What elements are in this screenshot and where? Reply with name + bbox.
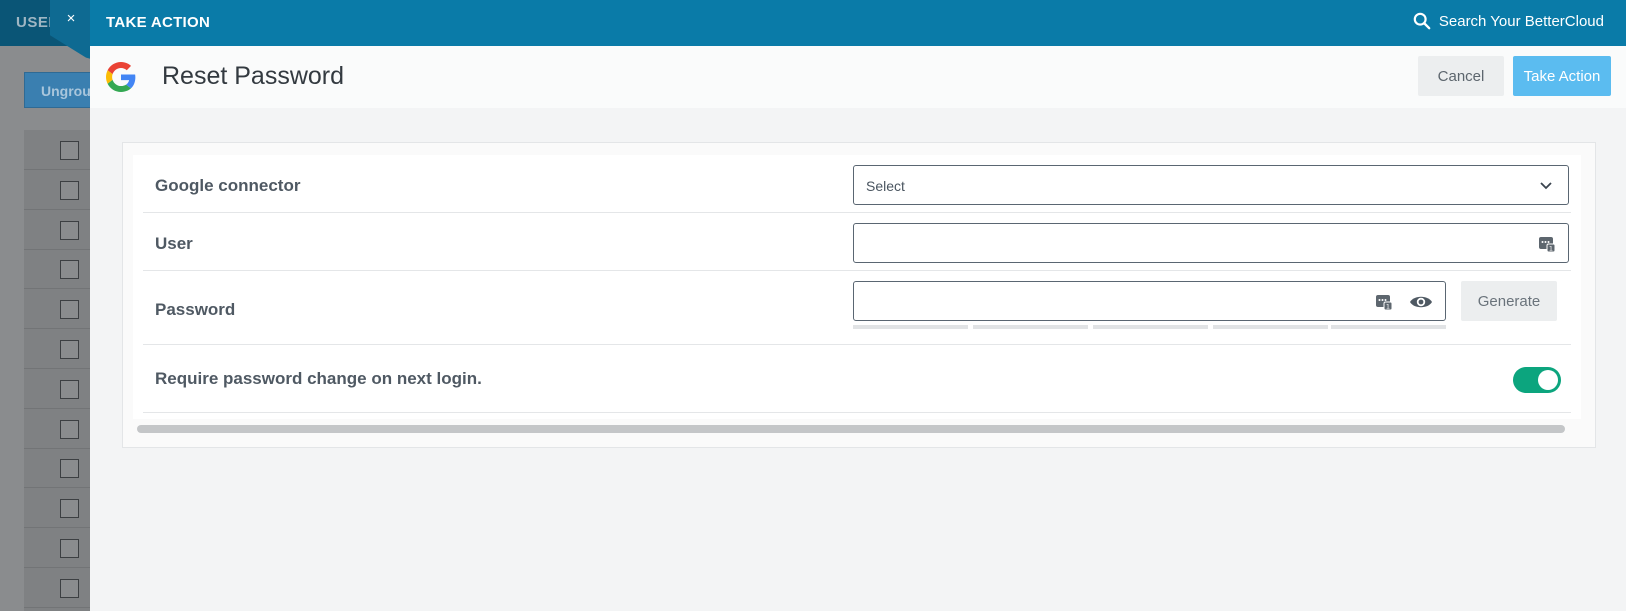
user-row: User 1 bbox=[143, 213, 1571, 271]
background-checkbox bbox=[60, 578, 79, 598]
background-checkbox bbox=[60, 379, 79, 399]
svg-text:1: 1 bbox=[1549, 245, 1553, 253]
eye-icon[interactable] bbox=[1409, 293, 1433, 311]
background-checkbox bbox=[60, 340, 79, 359]
background-checkbox bbox=[60, 459, 79, 479]
user-input[interactable]: 1 bbox=[853, 223, 1569, 263]
background-checkbox bbox=[60, 499, 79, 519]
password-strength-segment bbox=[973, 325, 1088, 329]
form-card: Google connector Select User 1 Password … bbox=[122, 142, 1596, 448]
google-logo-icon bbox=[106, 62, 136, 92]
action-title: Reset Password bbox=[162, 62, 345, 90]
panel-topbar: TAKE ACTION Search Your BetterCloud bbox=[90, 0, 1626, 46]
password-strength-segment bbox=[1331, 325, 1446, 329]
generate-button[interactable]: Generate bbox=[1461, 281, 1557, 321]
take-action-panel: TAKE ACTION Search Your BetterCloud Rese… bbox=[90, 0, 1626, 611]
password-strength-segment bbox=[1213, 325, 1328, 329]
cancel-button[interactable]: Cancel bbox=[1418, 56, 1504, 96]
action-header: Reset Password Cancel Take Action bbox=[90, 46, 1626, 108]
search-label: Search Your BetterCloud bbox=[1438, 12, 1604, 30]
background-checkbox bbox=[60, 419, 79, 439]
require-change-label: Require password change on next login. bbox=[155, 369, 482, 388]
chevron-down-icon bbox=[1540, 182, 1552, 190]
panel-title: TAKE ACTION bbox=[106, 14, 211, 31]
form-body: Google connector Select User 1 Password … bbox=[133, 155, 1581, 419]
user-label: User bbox=[155, 234, 193, 253]
close-icon[interactable]: × bbox=[64, 10, 78, 27]
password-label: Password bbox=[155, 300, 236, 319]
vault-icon[interactable]: 1 bbox=[1375, 293, 1393, 311]
take-action-button[interactable]: Take Action bbox=[1513, 56, 1611, 96]
password-strength-segment bbox=[1093, 325, 1208, 329]
password-strength-segment bbox=[853, 325, 968, 329]
svg-text:1: 1 bbox=[1386, 303, 1390, 311]
background-checkbox bbox=[60, 539, 79, 558]
require-change-row: Require password change on next login. bbox=[143, 345, 1571, 413]
vault-icon[interactable]: 1 bbox=[1538, 235, 1556, 253]
background-checkbox bbox=[60, 220, 79, 240]
require-change-toggle[interactable] bbox=[1513, 367, 1561, 393]
toggle-knob bbox=[1538, 370, 1558, 390]
background-checkbox bbox=[60, 300, 79, 320]
horizontal-scrollbar[interactable] bbox=[137, 425, 1565, 433]
connector-label: Google connector bbox=[155, 176, 301, 195]
background-checkbox bbox=[60, 180, 79, 200]
connector-select-value: Select bbox=[866, 178, 905, 194]
search-icon bbox=[1413, 12, 1431, 30]
background-checkbox bbox=[60, 260, 79, 280]
search-button[interactable]: Search Your BetterCloud bbox=[1413, 12, 1604, 30]
background-button-label: Ungrou bbox=[41, 83, 91, 99]
background-checkbox bbox=[60, 141, 79, 160]
connector-row: Google connector Select bbox=[143, 155, 1571, 213]
password-row: Password 1 Generate bbox=[143, 271, 1571, 345]
password-input[interactable]: 1 bbox=[853, 281, 1446, 321]
connector-select[interactable]: Select bbox=[853, 165, 1569, 205]
